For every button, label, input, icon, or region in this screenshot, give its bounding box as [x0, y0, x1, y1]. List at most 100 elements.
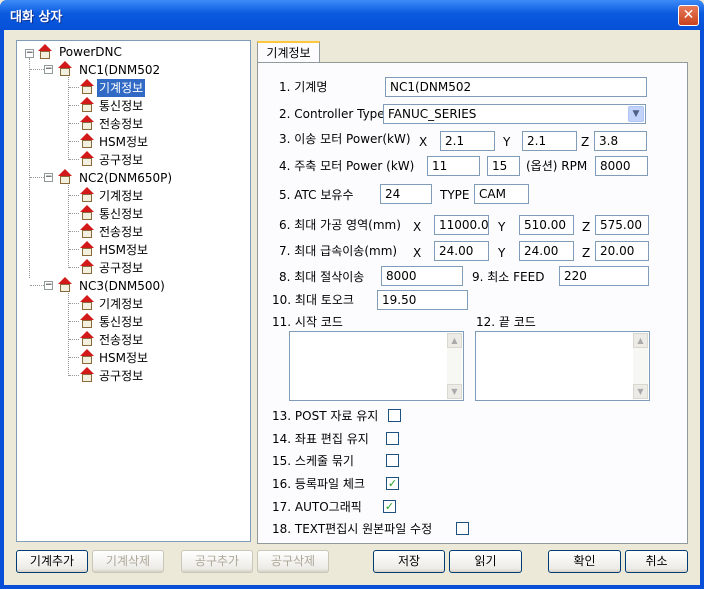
- tree-node-root[interactable]: PowerDNC: [57, 43, 124, 61]
- chevron-down-icon[interactable]: ▼: [628, 106, 644, 122]
- add-tool-button[interactable]: 공구추가: [181, 550, 253, 573]
- checked-checkbox[interactable]: ✓: [383, 500, 396, 513]
- move-y-label: Y: [503, 135, 511, 149]
- start-code-textarea[interactable]: ▲ ▼: [289, 331, 464, 401]
- spindle-rpm-field[interactable]: 8000: [595, 156, 648, 176]
- spindle-power-field[interactable]: 11: [427, 156, 480, 176]
- read-button[interactable]: 읽기: [449, 550, 522, 573]
- cut-feed-field[interactable]: 8000: [381, 266, 463, 286]
- house-icon: [57, 169, 73, 185]
- title-bar[interactable]: 대화 상자 ✕: [0, 0, 704, 30]
- house-roof: [38, 44, 52, 51]
- controller-type-value: FANUC_SERIES: [388, 107, 477, 121]
- move-x-label: X: [419, 135, 428, 149]
- controller-type-select[interactable]: FANUC_SERIES ▼: [383, 104, 646, 124]
- checkbox[interactable]: [456, 522, 469, 535]
- tree-line: [68, 77, 69, 160]
- machine-tree[interactable]: − PowerDNC − NC1(DNM502 기계정보 통신정보 전송정보 HSM정보 공구정…: [16, 40, 251, 542]
- house-wall: [60, 68, 70, 76]
- house-roof: [80, 349, 94, 356]
- checkbox[interactable]: [386, 432, 399, 445]
- checkbox[interactable]: [386, 454, 399, 467]
- range-y-field[interactable]: 510.00: [519, 215, 574, 235]
- tree-node-item[interactable]: 통신정보: [97, 97, 145, 115]
- range-z-field[interactable]: 575.00: [595, 215, 649, 235]
- house-wall: [82, 122, 92, 130]
- collapse-icon[interactable]: −: [44, 281, 53, 290]
- scroll-down-icon[interactable]: ▼: [633, 384, 648, 399]
- tree-node-item[interactable]: 전송정보: [97, 115, 145, 133]
- rapid-z-field[interactable]: 20.00: [595, 241, 649, 261]
- house-roof: [80, 187, 94, 194]
- move-y-field[interactable]: 2.1: [522, 131, 577, 151]
- option-label: 16. 등록파일 체크: [272, 477, 365, 491]
- torque-field[interactable]: 19.50: [377, 290, 468, 310]
- checked-checkbox[interactable]: ✓: [386, 477, 399, 490]
- tree-node-item[interactable]: 전송정보: [97, 223, 145, 241]
- tree-node-item[interactable]: 기계정보: [97, 187, 145, 205]
- tree-node-item[interactable]: HSM정보: [97, 349, 150, 367]
- collapse-icon[interactable]: −: [44, 173, 53, 182]
- house-wall: [82, 266, 92, 274]
- tree-node-machine[interactable]: NC2(DNM650P): [77, 169, 174, 187]
- collapse-icon[interactable]: −: [25, 49, 34, 58]
- house-wall: [82, 140, 92, 148]
- machine-name-label: 1. 기계명: [279, 80, 328, 94]
- rapid-y-field[interactable]: 24.00: [519, 241, 574, 261]
- house-roof: [80, 97, 94, 104]
- collapse-icon[interactable]: −: [44, 65, 53, 74]
- close-icon[interactable]: ✕: [678, 5, 699, 26]
- tree-node-machine[interactable]: NC3(DNM500): [77, 277, 167, 295]
- tree-node-item[interactable]: 공구정보: [97, 151, 145, 169]
- delete-tool-button[interactable]: 공구삭제: [257, 550, 329, 573]
- tree-node-item[interactable]: 기계정보: [97, 295, 145, 313]
- save-button[interactable]: 저장: [373, 550, 445, 573]
- tree-node-item[interactable]: 전송정보: [97, 331, 145, 349]
- end-code-textarea[interactable]: ▲ ▼: [475, 331, 650, 401]
- tree-node-item[interactable]: HSM정보: [97, 133, 150, 151]
- add-machine-button[interactable]: 기계추가: [16, 550, 88, 573]
- scrollbar[interactable]: ▲ ▼: [447, 333, 462, 399]
- scrollbar[interactable]: ▲ ▼: [633, 333, 648, 399]
- tree-node-item[interactable]: 기계정보: [97, 79, 146, 97]
- house-icon: [79, 115, 95, 131]
- move-z-label: Z: [581, 135, 590, 149]
- type-field[interactable]: CAM: [474, 184, 529, 204]
- tab-machine-info[interactable]: 기계정보: [257, 41, 320, 64]
- house-roof: [80, 133, 94, 140]
- cancel-button[interactable]: 취소: [625, 550, 688, 573]
- tree-line: [29, 58, 30, 278]
- house-wall: [82, 248, 92, 256]
- option-label: 14. 좌표 편집 유지: [272, 432, 369, 446]
- window-title: 대화 상자: [10, 10, 63, 25]
- house-wall: [82, 320, 92, 328]
- tree-node-item[interactable]: 공구정보: [97, 367, 145, 385]
- move-x-field[interactable]: 2.1: [440, 131, 495, 151]
- house-icon: [79, 241, 95, 257]
- tree-node-item[interactable]: HSM정보: [97, 241, 150, 259]
- scroll-down-icon[interactable]: ▼: [447, 384, 462, 399]
- dialog-window: 대화 상자 ✕ − PowerDNC − NC1(DNM502 기계정보 통신정보 전송정보…: [0, 0, 704, 589]
- house-icon: [79, 133, 95, 149]
- atc-count-field[interactable]: 24: [380, 184, 432, 204]
- range-x-field[interactable]: 11000.0: [434, 215, 489, 235]
- min-feed-field[interactable]: 220: [559, 266, 649, 286]
- scroll-up-icon[interactable]: ▲: [633, 333, 648, 348]
- rapid-x-field[interactable]: 24.00: [434, 241, 489, 261]
- delete-machine-button[interactable]: 기계삭제: [92, 550, 164, 573]
- tree-node-item[interactable]: 통신정보: [97, 313, 145, 331]
- tree-node-item[interactable]: 공구정보: [97, 259, 145, 277]
- option-label: 18. TEXT편집시 원본파일 수정: [272, 522, 433, 536]
- machine-name-field[interactable]: NC1(DNM502: [385, 77, 647, 97]
- house-icon: [79, 313, 95, 329]
- option-label: 17. AUTO그래픽: [272, 500, 362, 514]
- scroll-up-icon[interactable]: ▲: [447, 333, 462, 348]
- house-roof: [58, 61, 72, 68]
- tree-node-machine[interactable]: NC1(DNM502: [77, 61, 162, 79]
- rapid-label: 7. 최대 급속이송(mm): [279, 244, 398, 258]
- spindle-option-field[interactable]: 15: [487, 156, 520, 176]
- ok-button[interactable]: 확인: [548, 550, 621, 573]
- checkbox[interactable]: [388, 409, 401, 422]
- tree-node-item[interactable]: 통신정보: [97, 205, 145, 223]
- move-z-field[interactable]: 3.8: [594, 131, 647, 151]
